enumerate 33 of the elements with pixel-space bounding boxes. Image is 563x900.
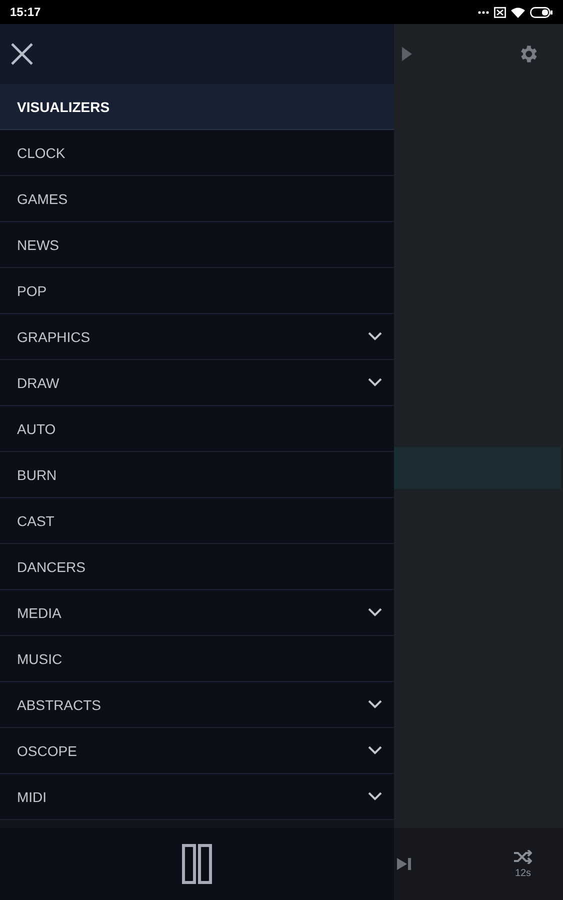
menu-item[interactable]: MUSIC xyxy=(0,636,394,682)
sim-icon xyxy=(494,6,506,18)
menu-item[interactable]: OSCOPE xyxy=(0,728,394,774)
menu-item[interactable]: ABSTRACTS xyxy=(0,682,394,728)
wifi-icon xyxy=(511,6,525,18)
menu-item[interactable]: DRAW xyxy=(0,360,394,406)
chevron-down-icon[interactable] xyxy=(368,378,382,387)
chevron-down-icon[interactable] xyxy=(368,332,382,341)
shuffle-interval: 12s xyxy=(514,868,532,878)
play-icon[interactable] xyxy=(402,47,412,61)
menu-item[interactable]: BURN xyxy=(0,452,394,498)
menu-item[interactable]: MIDI xyxy=(0,774,394,820)
dots-icon xyxy=(478,10,489,14)
menu-item[interactable]: VISUALIZERS xyxy=(0,84,394,130)
status-time: 15:17 xyxy=(10,5,41,19)
close-button[interactable] xyxy=(10,42,34,66)
chevron-down-icon[interactable] xyxy=(368,700,382,709)
menu-item[interactable]: GAMES xyxy=(0,176,394,222)
battery-icon xyxy=(530,6,553,18)
menu-item[interactable]: NEWS xyxy=(0,222,394,268)
chevron-down-icon[interactable] xyxy=(368,746,382,755)
menu-item[interactable]: POP xyxy=(0,268,394,314)
menu-item[interactable]: AUTO xyxy=(0,406,394,452)
pause-button[interactable] xyxy=(182,844,212,884)
menu-item[interactable]: GRAPHICS xyxy=(0,314,394,360)
skip-next-icon[interactable] xyxy=(396,856,412,872)
menu-item[interactable]: CLOCK xyxy=(0,130,394,176)
menu-item[interactable]: DANCERS xyxy=(0,544,394,590)
chevron-down-icon[interactable] xyxy=(368,608,382,617)
chevron-down-icon[interactable] xyxy=(368,792,382,801)
menu-item[interactable]: CAST xyxy=(0,498,394,544)
menu-item[interactable]: MEDIA xyxy=(0,590,394,636)
shuffle-icon[interactable] xyxy=(514,850,532,864)
